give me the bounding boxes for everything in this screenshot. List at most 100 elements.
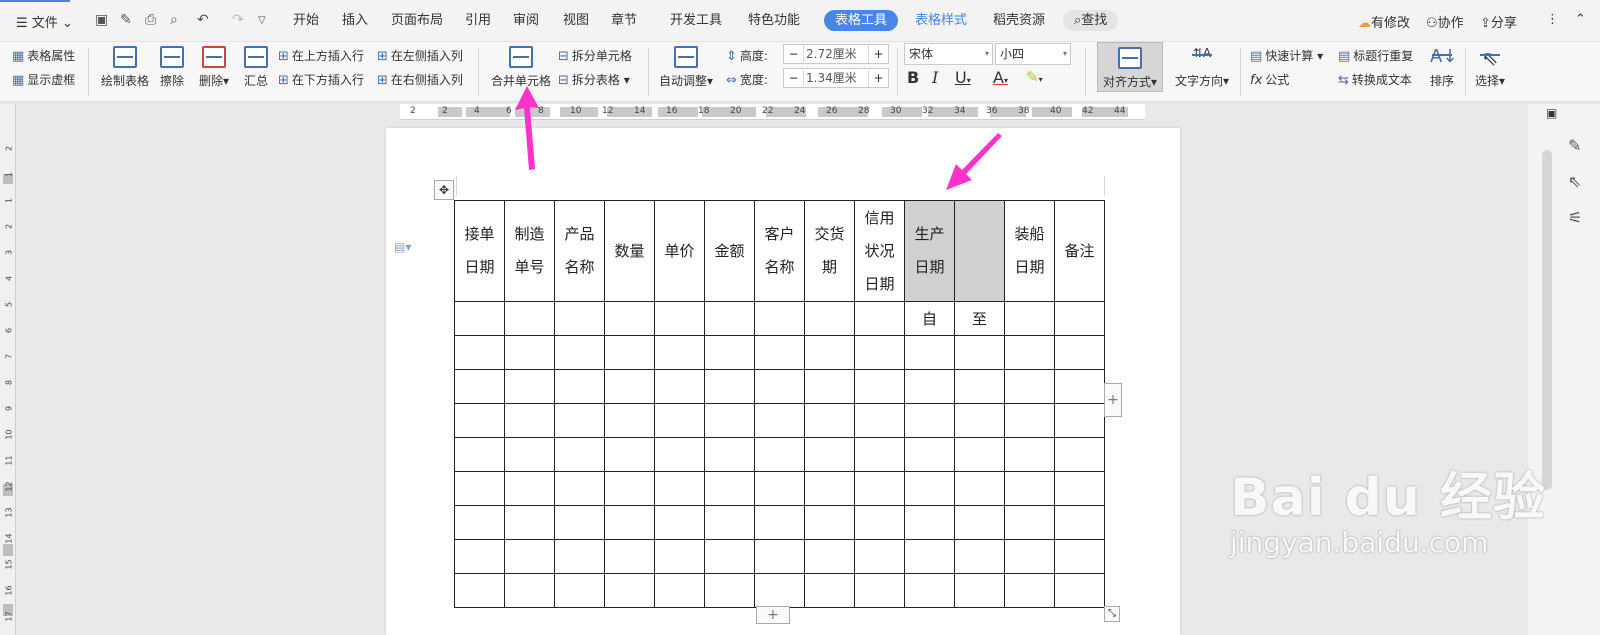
font-name-select[interactable]: 宋体 ▾ <box>904 43 993 65</box>
width-field[interactable]: − 1.34厘米 + <box>783 68 889 88</box>
table-cell[interactable] <box>454 403 505 438</box>
table-cell[interactable] <box>1054 437 1105 472</box>
undo-icon[interactable]: ↶ <box>197 12 209 28</box>
table-cell[interactable] <box>1054 403 1105 438</box>
table-cell[interactable] <box>604 539 655 574</box>
table-cell[interactable] <box>454 539 505 574</box>
table-cell[interactable] <box>1004 335 1055 370</box>
table-cell[interactable] <box>904 573 955 608</box>
table-cell[interactable] <box>1054 369 1105 404</box>
table-cell[interactable] <box>654 573 705 608</box>
select-button[interactable]: ⇖ 选择▾ <box>1470 46 1510 89</box>
insert-left-button[interactable]: ⊞ 在左侧插入列 <box>377 47 463 64</box>
table-cell[interactable] <box>854 301 905 336</box>
table-cell[interactable] <box>1054 505 1105 540</box>
table-cell[interactable] <box>904 369 955 404</box>
to-text-button[interactable]: ⇆ 转换成文本 <box>1338 71 1412 88</box>
table-cell[interactable] <box>904 471 955 506</box>
table-cell[interactable] <box>904 403 955 438</box>
table-cell[interactable] <box>504 335 555 370</box>
table-cell[interactable] <box>704 539 755 574</box>
table-cell[interactable] <box>904 437 955 472</box>
split-table-button[interactable]: ⊟ 拆分表格 ▾ <box>558 71 630 88</box>
table-cell[interactable] <box>854 471 905 506</box>
paragraph-icon[interactable]: ▤▾ <box>394 240 411 254</box>
tab-review[interactable]: 审阅 <box>502 10 550 31</box>
table-cell[interactable] <box>1054 335 1105 370</box>
table-cell[interactable] <box>854 369 905 404</box>
header-cell[interactable]: 信用 状况 日期 <box>854 200 905 302</box>
table-cell[interactable] <box>854 437 905 472</box>
sort-button[interactable]: A↓ 排序 <box>1422 46 1462 89</box>
table-cell[interactable] <box>604 505 655 540</box>
table-cell[interactable] <box>554 335 605 370</box>
table-cell[interactable] <box>904 335 955 370</box>
header-cell[interactable]: 客户 名称 <box>754 200 805 302</box>
table-cell[interactable] <box>704 403 755 438</box>
table-cell[interactable] <box>954 403 1005 438</box>
table-cell[interactable] <box>754 369 805 404</box>
table-cell[interactable] <box>604 403 655 438</box>
table-cell[interactable] <box>654 301 705 336</box>
print-preview-icon[interactable]: ⌕ <box>170 12 178 28</box>
font-color-icon[interactable]: A▾ <box>993 68 1008 87</box>
format-painter-icon[interactable]: ✎ <box>120 12 132 28</box>
header-cell[interactable]: 备注 <box>1054 200 1105 302</box>
tab-features[interactable]: 特色功能 <box>737 10 811 31</box>
table-cell[interactable] <box>554 539 605 574</box>
add-row-button[interactable]: + <box>756 606 790 624</box>
table-cell[interactable] <box>804 301 855 336</box>
tab-table-tools[interactable]: 表格工具 <box>824 10 899 31</box>
table-cell[interactable] <box>604 301 655 336</box>
table-cell[interactable] <box>504 505 555 540</box>
tab-table-style[interactable]: 表格样式 <box>904 10 978 31</box>
table-cell[interactable] <box>754 539 805 574</box>
modified-status[interactable]: ☁有修改 <box>1358 12 1410 31</box>
table-cell[interactable] <box>854 403 905 438</box>
bold-icon[interactable]: B <box>907 68 919 87</box>
header-cell[interactable]: 产品 名称 <box>554 200 605 302</box>
table-cell[interactable] <box>654 335 705 370</box>
table-cell[interactable] <box>954 471 1005 506</box>
table-cell[interactable] <box>854 335 905 370</box>
table-cell[interactable]: 至 <box>954 301 1005 336</box>
tab-home[interactable]: 开始 <box>282 10 330 31</box>
table-cell[interactable] <box>654 539 705 574</box>
pointer-icon[interactable]: ⇖ <box>1568 172 1581 191</box>
insert-right-button[interactable]: ⊞ 在右侧插入列 <box>377 71 463 88</box>
collapse-icon[interactable]: ⌃ <box>1575 12 1586 27</box>
table-cell[interactable] <box>1004 301 1055 336</box>
table-cell[interactable] <box>454 573 505 608</box>
split-cells-button[interactable]: ⊟ 拆分单元格 <box>558 47 632 64</box>
table-cell[interactable] <box>754 335 805 370</box>
height-field[interactable]: − 2.72厘米 + <box>783 44 889 64</box>
data-table[interactable]: 接单 日期 制造 单号 产品 名称 数量 单价 金额 客户 名称 交货期信用 状况 日期 生产 日期 装船 日期备… <box>454 200 1105 608</box>
table-cell[interactable] <box>954 505 1005 540</box>
table-cell[interactable] <box>954 437 1005 472</box>
settings-icon[interactable]: ⚟ <box>1568 208 1582 227</box>
summary-button[interactable]: 汇总 <box>240 46 272 89</box>
table-cell[interactable] <box>754 471 805 506</box>
table-cell[interactable]: 自 <box>904 301 955 336</box>
italic-icon[interactable]: I <box>932 68 938 87</box>
table-cell[interactable] <box>554 301 605 336</box>
table-cell[interactable] <box>454 505 505 540</box>
table-cell[interactable] <box>454 369 505 404</box>
header-cell[interactable]: 生产 日期 <box>904 200 955 302</box>
header-cell[interactable]: 接单 日期 <box>454 200 505 302</box>
tab-layout[interactable]: 页面布局 <box>380 10 454 31</box>
table-cell[interactable] <box>854 573 905 608</box>
table-cell[interactable] <box>804 369 855 404</box>
font-size-select[interactable]: 小四 ▾ <box>995 43 1071 65</box>
erase-button[interactable]: 擦除 <box>156 46 188 89</box>
table-cell[interactable] <box>554 369 605 404</box>
table-cell[interactable] <box>954 335 1005 370</box>
table-cell[interactable] <box>704 301 755 336</box>
table-cell[interactable] <box>604 471 655 506</box>
move-table-icon[interactable]: ✥ <box>434 180 454 200</box>
vertical-scrollbar[interactable] <box>1542 150 1552 490</box>
table-cell[interactable] <box>504 369 555 404</box>
table-cell[interactable] <box>454 335 505 370</box>
table-cell[interactable] <box>754 437 805 472</box>
table-cell[interactable] <box>704 335 755 370</box>
